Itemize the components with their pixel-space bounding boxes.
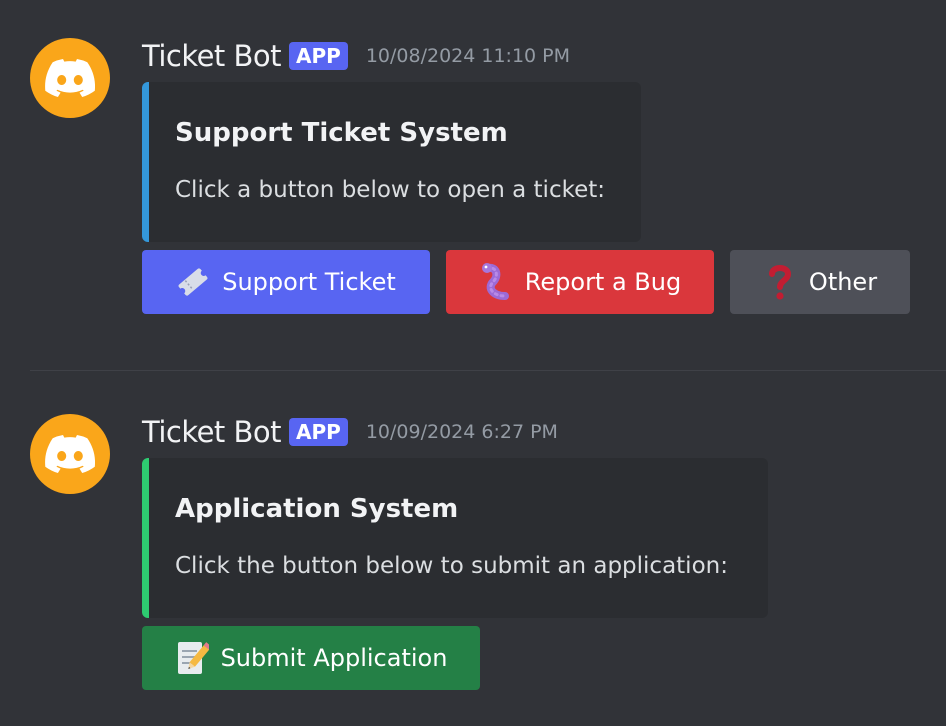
app-badge: APP: [289, 42, 348, 70]
timestamp: 10/09/2024 6:27 PM: [365, 421, 558, 443]
timestamp: 10/08/2024 11:10 PM: [365, 45, 571, 67]
question-mark-icon: [763, 262, 797, 302]
embed-description: Click the button below to submit an appl…: [175, 553, 728, 579]
button-label: Other: [808, 268, 878, 296]
submit-application-button[interactable]: Submit Application: [142, 626, 480, 690]
discord-logo-icon: [45, 59, 95, 97]
message-header: Ticket Bot APP 10/09/2024 6:27 PM: [142, 414, 558, 450]
button-row: Support Ticket Report a Bug Other: [142, 250, 910, 314]
embed-card: Application System Click the button belo…: [142, 458, 768, 618]
username[interactable]: Ticket Bot: [142, 39, 282, 73]
memo-icon: [175, 638, 209, 678]
message-header: Ticket Bot APP 10/08/2024 11:10 PM: [142, 38, 570, 74]
bot-avatar[interactable]: [30, 38, 110, 118]
embed-card: Support Ticket System Click a button bel…: [142, 82, 641, 242]
button-label: Submit Application: [220, 644, 448, 672]
username[interactable]: Ticket Bot: [142, 415, 282, 449]
other-button[interactable]: Other: [730, 250, 910, 314]
ticket-icon: [176, 262, 210, 302]
embed-title: Application System: [175, 494, 459, 524]
button-label: Support Ticket: [222, 268, 396, 296]
embed-title: Support Ticket System: [175, 118, 508, 148]
button-label: Report a Bug: [524, 268, 682, 296]
report-bug-button[interactable]: Report a Bug: [446, 250, 714, 314]
embed-description: Click a button below to open a ticket:: [175, 177, 606, 203]
worm-icon: [479, 262, 513, 302]
app-badge: APP: [289, 418, 348, 446]
message-divider: [30, 370, 946, 371]
bot-avatar[interactable]: [30, 414, 110, 494]
support-ticket-button[interactable]: Support Ticket: [142, 250, 430, 314]
button-row: Submit Application: [142, 626, 480, 690]
discord-logo-icon: [45, 435, 95, 473]
